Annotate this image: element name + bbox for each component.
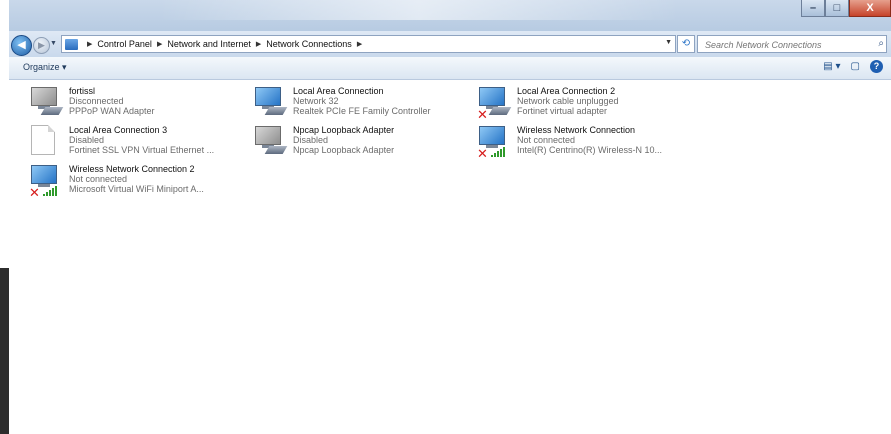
breadcrumb-control-panel[interactable]: Control Panel bbox=[97, 39, 152, 49]
connection-status: Network 32 bbox=[293, 96, 339, 106]
connection-name: Wireless Network Connection bbox=[517, 125, 636, 135]
title-glow bbox=[159, 0, 679, 20]
error-x-icon: ✕ bbox=[29, 185, 40, 200]
lan-disabled-icon bbox=[253, 125, 288, 161]
connection-device: Intel(R) Centrino(R) Wireless-N 10... bbox=[517, 145, 663, 155]
wireless-disconnected-icon: ✕ bbox=[477, 125, 511, 161]
connection-status: Disabled bbox=[69, 135, 105, 145]
breadcrumb-network-and-internet[interactable]: Network and Internet bbox=[167, 39, 251, 49]
monitor-dialup-icon bbox=[29, 86, 64, 122]
connection-item-fortissl[interactable]: fortissl Disconnected PPPoP WAN Adapter bbox=[9, 86, 233, 124]
chevron-right-icon[interactable]: ▶ bbox=[357, 40, 362, 48]
left-dark-bar bbox=[0, 268, 9, 434]
maximize-button[interactable]: □ bbox=[825, 0, 849, 17]
wireless-disconnected-icon: ✕ bbox=[29, 164, 63, 200]
connection-item-wireless-network-connection[interactable]: ✕ Wireless Network Connection Not connec… bbox=[457, 125, 681, 163]
connection-device: Fortinet SSL VPN Virtual Ethernet ... bbox=[69, 145, 215, 155]
command-bar: Organize ▾ ▤ ▾ ▢ ? bbox=[9, 57, 891, 80]
signal-bars-icon bbox=[491, 147, 509, 157]
back-arrow-icon[interactable]: ◀ bbox=[11, 35, 32, 56]
search-input[interactable] bbox=[703, 37, 867, 53]
preview-pane-icon[interactable]: ▢ bbox=[851, 61, 860, 72]
address-dropdown-icon[interactable]: ▼ bbox=[665, 39, 672, 46]
chevron-right-icon[interactable]: ▶ bbox=[256, 40, 261, 48]
connection-status: Network cable unplugged bbox=[517, 96, 619, 106]
connection-name: Npcap Loopback Adapter bbox=[293, 125, 395, 135]
connection-device: Realtek PCIe FE Family Controller bbox=[293, 106, 431, 116]
blank-document-icon bbox=[29, 125, 63, 161]
connection-status: Disconnected bbox=[69, 96, 124, 106]
address-bar[interactable]: ▶ Control Panel ▶ Network and Internet ▶… bbox=[61, 35, 676, 53]
chevron-right-icon[interactable]: ▶ bbox=[87, 40, 92, 48]
refresh-icon: ⟲ bbox=[681, 38, 691, 49]
minimize-button[interactable]: – bbox=[801, 0, 825, 17]
navigation-bar: ◀ ▶ ▼ ▶ Control Panel ▶ Network and Inte… bbox=[9, 31, 891, 57]
forward-arrow-icon[interactable]: ▶ bbox=[33, 37, 50, 54]
connection-status: Disabled bbox=[293, 135, 329, 145]
connection-status: Not connected bbox=[517, 135, 576, 145]
close-button[interactable]: X bbox=[849, 0, 891, 17]
connection-status: Not connected bbox=[69, 174, 128, 184]
connection-name: Local Area Connection 3 bbox=[69, 125, 168, 135]
organize-label: Organize bbox=[23, 62, 60, 72]
connection-name: Local Area Connection 2 bbox=[517, 86, 616, 96]
search-box[interactable]: ⌕ bbox=[697, 35, 887, 53]
connection-name: Local Area Connection bbox=[293, 86, 384, 96]
connection-item-npcap-loopback-adapter[interactable]: Npcap Loopback Adapter Disabled Npcap Lo… bbox=[233, 125, 457, 163]
explorer-window: – □ X ◀ ▶ ▼ ▶ Control Panel ▶ Network an… bbox=[9, 0, 891, 434]
left-edge bbox=[0, 0, 9, 434]
organize-menu[interactable]: Organize ▾ bbox=[23, 62, 67, 73]
connection-name: Wireless Network Connection 2 bbox=[69, 164, 195, 174]
lan-icon bbox=[253, 86, 288, 122]
change-view-icon[interactable]: ▤ ▾ bbox=[823, 61, 840, 72]
connection-item-local-area-connection-3[interactable]: Local Area Connection 3 Disabled Fortine… bbox=[9, 125, 233, 163]
connection-item-local-area-connection-2[interactable]: ✕ Local Area Connection 2 Network cable … bbox=[457, 86, 681, 124]
breadcrumb: ▶ Control Panel ▶ Network and Internet ▶… bbox=[82, 39, 367, 49]
connection-device: Microsoft Virtual WiFi Miniport A... bbox=[69, 184, 204, 194]
connection-device: Fortinet virtual adapter bbox=[517, 106, 608, 116]
chevron-down-icon: ▾ bbox=[62, 62, 67, 72]
error-x-icon: ✕ bbox=[477, 107, 488, 122]
lan-unplugged-icon: ✕ bbox=[477, 86, 512, 122]
control-panel-icon bbox=[65, 38, 78, 50]
connection-device: PPPoP WAN Adapter bbox=[69, 106, 155, 116]
window-controls: – □ X bbox=[801, 0, 891, 18]
title-bar[interactable]: – □ X bbox=[9, 0, 891, 31]
help-icon[interactable]: ? bbox=[870, 60, 883, 73]
chevron-right-icon[interactable]: ▶ bbox=[157, 40, 162, 48]
breadcrumb-network-connections[interactable]: Network Connections bbox=[266, 39, 352, 49]
connection-item-wireless-network-connection-2[interactable]: ✕ Wireless Network Connection 2 Not conn… bbox=[9, 164, 233, 202]
error-x-icon: ✕ bbox=[477, 146, 488, 161]
recent-pages-dropdown[interactable]: ▼ bbox=[50, 40, 57, 47]
connection-name: fortissl bbox=[69, 86, 96, 96]
refresh-button[interactable]: ⟲ bbox=[677, 35, 695, 53]
search-icon[interactable]: ⌕ bbox=[878, 38, 884, 49]
signal-bars-icon bbox=[43, 186, 61, 196]
connection-device: Npcap Loopback Adapter bbox=[293, 145, 395, 155]
view-controls: ▤ ▾ ▢ ? bbox=[823, 60, 883, 73]
connection-item-local-area-connection[interactable]: Local Area Connection Network 32 Realtek… bbox=[233, 86, 457, 124]
